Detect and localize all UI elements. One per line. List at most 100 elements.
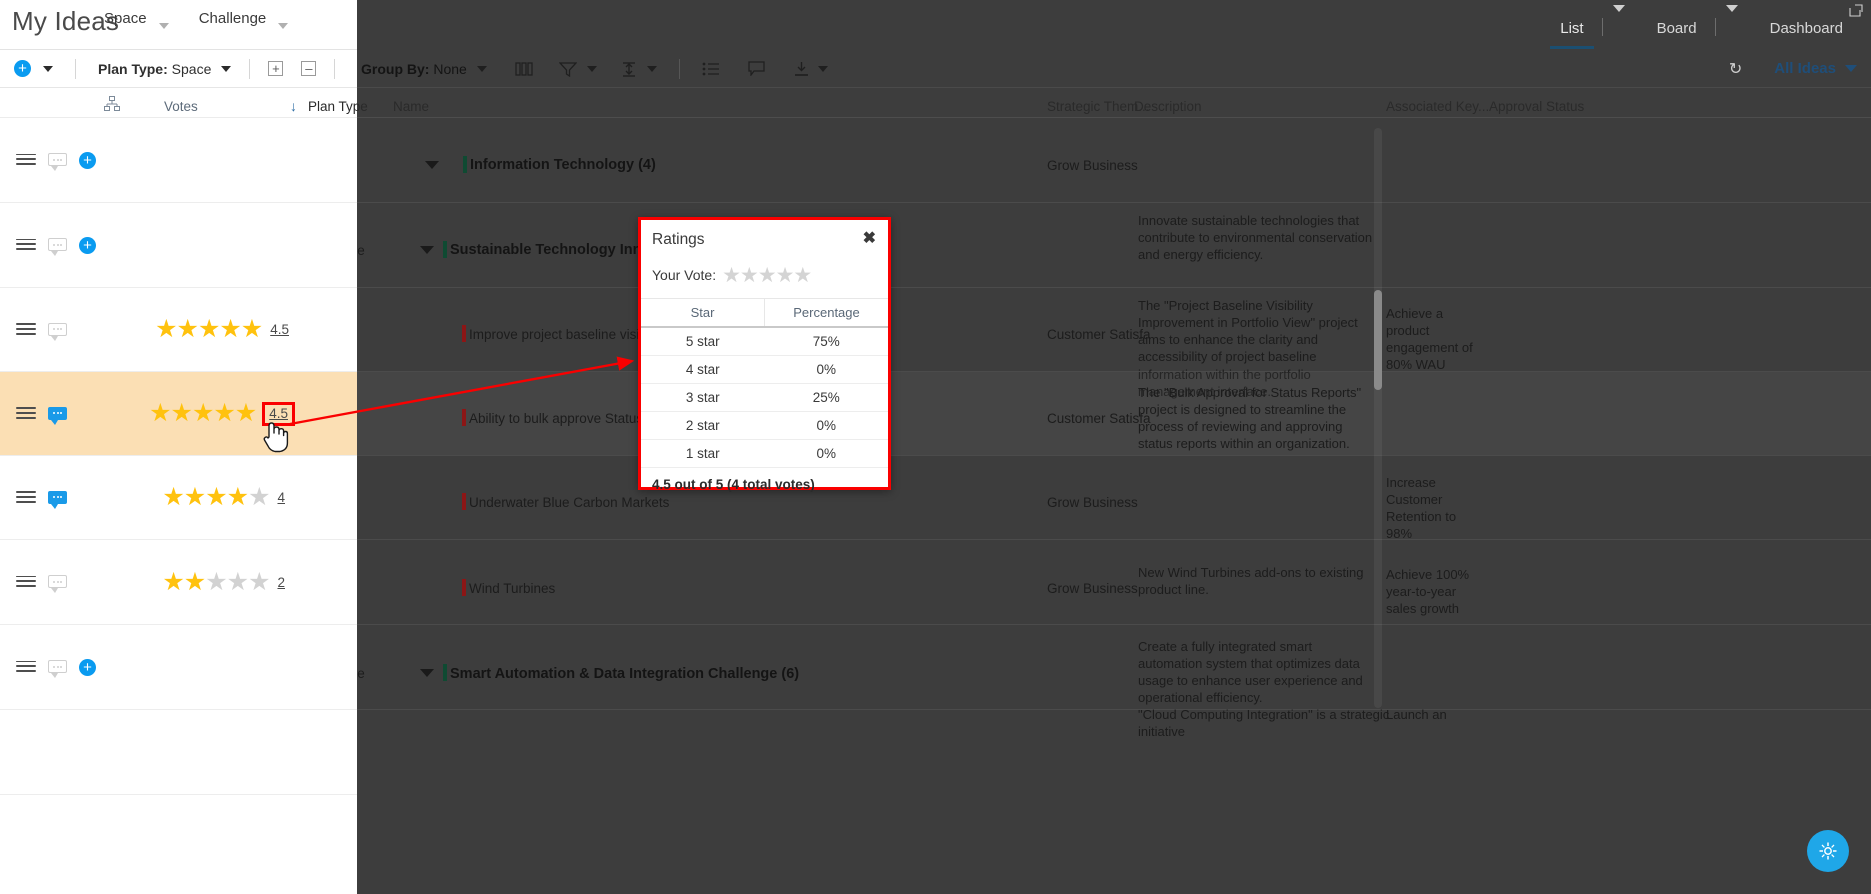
star-icon[interactable]: ★ [219, 317, 241, 342]
export-chevron-down-icon[interactable] [817, 65, 828, 72]
chevron-down-icon[interactable] [420, 246, 434, 254]
add-child-button[interactable]: + [79, 658, 96, 676]
add-child-button[interactable]: + [79, 236, 96, 254]
chevron-down-icon[interactable] [420, 669, 434, 677]
table-row[interactable]: Challenge Sustainable Technology Innovat… [357, 203, 1871, 288]
comment-icon[interactable] [48, 660, 67, 678]
table-row[interactable]: ★ ★ ★ ★ ★ 4 [0, 456, 357, 540]
star-icon[interactable]: ★ [248, 485, 270, 510]
table-row[interactable]: "Cloud Computing Integration" is a strat… [357, 707, 1871, 795]
star-icon[interactable]: ★ [722, 265, 741, 286]
list-chevron-down-icon[interactable] [1612, 5, 1625, 12]
comment-icon[interactable] [48, 490, 67, 509]
hierarchy-icon[interactable] [104, 96, 120, 114]
collapse-all-button[interactable]: – [301, 61, 317, 76]
plan-type-filter[interactable]: Plan Type: Space [98, 61, 211, 77]
expand-all-button[interactable]: + [268, 61, 284, 76]
star-icon[interactable]: ★ [162, 485, 184, 510]
tab-board[interactable]: Board [1639, 0, 1715, 49]
your-vote-stars[interactable]: ★ ★ ★ ★ ★ [722, 265, 812, 286]
all-ideas-filter[interactable]: All Ideas [1774, 60, 1836, 77]
filter-chevron-down-icon[interactable] [586, 65, 597, 72]
columns-icon[interactable] [515, 61, 533, 76]
table-row-selected[interactable]: Idea Ability to bulk approve Status Repo… [357, 372, 1871, 456]
star-icon[interactable]: ★ [227, 569, 249, 595]
star-icon[interactable]: ★ [227, 485, 249, 510]
table-row[interactable]: Space Information Technology (4) Grow Bu… [357, 118, 1871, 203]
drag-handle-icon[interactable] [16, 323, 36, 336]
table-row[interactable]: + [0, 118, 357, 203]
star-icon[interactable]: ★ [213, 401, 235, 426]
star-icon[interactable]: ★ [171, 401, 193, 426]
rating-score-link[interactable]: 2 [277, 575, 285, 590]
sort-indicator-icon[interactable]: ↓ [290, 98, 297, 114]
column-header-name[interactable]: Name [393, 99, 429, 114]
table-row[interactable]: + [0, 625, 357, 710]
help-assistant-button[interactable] [1807, 830, 1849, 872]
rating-cell-selected[interactable]: ★ ★ ★ ★ ★ 4.5 [149, 401, 295, 426]
scrollbar-thumb[interactable] [1374, 290, 1382, 390]
chevron-down-icon[interactable] [158, 23, 169, 30]
rating-cell[interactable]: ★ ★ ★ ★ ★ 2 [162, 569, 285, 595]
all-ideas-chevron-down-icon[interactable] [1845, 65, 1857, 72]
table-row[interactable]: ★ ★ ★ ★ ★ 2 [0, 540, 357, 625]
refresh-icon[interactable]: ↻ [1729, 59, 1742, 79]
group-by-chevron-down-icon[interactable] [476, 65, 487, 72]
star-icon[interactable]: ★ [184, 569, 206, 595]
star-icon[interactable]: ★ [248, 569, 270, 595]
star-icon[interactable]: ★ [205, 485, 227, 510]
comment-icon[interactable] [48, 575, 67, 593]
comment-icon[interactable] [48, 406, 67, 425]
expand-window-icon[interactable] [1849, 4, 1863, 17]
cell-name[interactable]: Smart Automation & Data Integration Chal… [450, 666, 799, 682]
star-icon[interactable]: ★ [177, 317, 199, 342]
column-header-associated-key-result[interactable]: Associated Key... [1386, 99, 1489, 114]
nav-item-challenge[interactable]: Challenge [195, 8, 309, 30]
rating-score-link[interactable]: 4.5 [270, 322, 289, 337]
row-height-icon[interactable] [621, 61, 637, 77]
rating-score-link-highlight[interactable]: 4.5 [262, 401, 295, 426]
star-icon[interactable]: ★ [793, 265, 812, 286]
cell-name[interactable]: Wind Turbines [469, 581, 555, 596]
column-header-plan-type[interactable]: Plan Type [308, 99, 368, 114]
table-row[interactable]: Challenge Smart Automation & Data Integr… [357, 625, 1871, 710]
star-icon[interactable]: ★ [198, 317, 220, 342]
cell-name[interactable]: Underwater Blue Carbon Markets [469, 495, 669, 510]
star-icon[interactable]: ★ [776, 265, 795, 286]
chevron-down-icon[interactable] [425, 161, 439, 169]
tab-list[interactable]: List [1542, 0, 1601, 49]
filter-icon[interactable] [558, 61, 577, 77]
drag-handle-icon[interactable] [16, 238, 36, 252]
add-child-button[interactable]: + [79, 151, 96, 169]
cell-name[interactable]: Information Technology (4) [470, 157, 656, 173]
drag-handle-icon[interactable] [16, 407, 36, 420]
table-row[interactable] [0, 710, 357, 795]
rating-score-link[interactable]: 4 [277, 490, 285, 505]
drag-handle-icon[interactable] [16, 660, 36, 674]
drag-handle-icon[interactable] [16, 153, 36, 167]
table-row[interactable]: ★ ★ ★ ★ ★ 4.5 [0, 372, 357, 456]
add-chevron-down-icon[interactable] [43, 65, 53, 72]
rating-cell[interactable]: ★ ★ ★ ★ ★ 4.5 [155, 317, 289, 342]
nav-item-space[interactable]: Space [100, 8, 189, 30]
comment-icon[interactable] [48, 153, 67, 171]
star-icon[interactable]: ★ [740, 265, 759, 286]
star-icon[interactable]: ★ [162, 569, 184, 595]
comment-icon[interactable] [748, 61, 765, 76]
star-icon[interactable]: ★ [192, 401, 214, 426]
table-row[interactable]: Idea Wind Turbines Grow Business New Win… [357, 540, 1871, 625]
close-icon[interactable]: ✖ [863, 231, 876, 247]
star-icon[interactable]: ★ [155, 317, 177, 342]
row-height-chevron-down-icon[interactable] [646, 65, 657, 72]
tab-dashboard[interactable]: Dashboard [1752, 0, 1861, 49]
chevron-down-icon[interactable] [278, 23, 289, 30]
comment-icon[interactable] [48, 238, 67, 256]
star-icon[interactable]: ★ [149, 401, 171, 426]
column-header-votes[interactable]: Votes [164, 99, 198, 114]
star-icon[interactable]: ★ [235, 401, 257, 426]
column-header-description[interactable]: Description [1134, 99, 1202, 114]
star-icon[interactable]: ★ [758, 265, 777, 286]
table-row[interactable]: Idea Improve project baseline visibility… [357, 288, 1871, 399]
add-button[interactable]: + [14, 60, 31, 77]
plan-type-chevron-down-icon[interactable] [221, 65, 232, 72]
